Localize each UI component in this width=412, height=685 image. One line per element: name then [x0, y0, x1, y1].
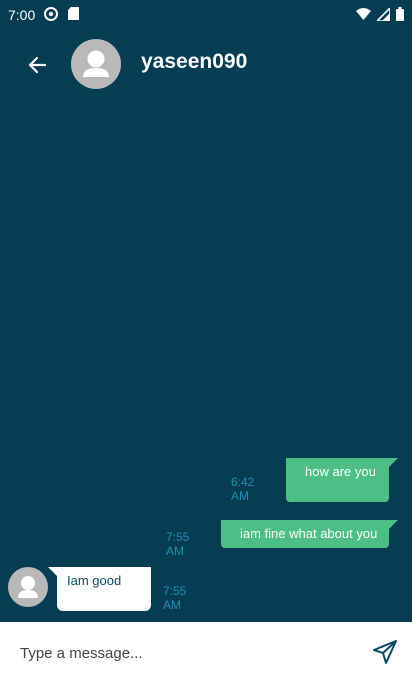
contact-avatar[interactable]: [71, 39, 121, 89]
message-time: 6:42 AM: [231, 475, 255, 503]
person-icon: [83, 50, 109, 77]
message-text: iam fine what about you: [240, 526, 378, 541]
message-time: 7:55 AM: [166, 530, 190, 558]
status-icons-right: [356, 7, 404, 21]
bubble-tail: [48, 567, 57, 576]
message-text: how are you: [305, 464, 376, 479]
wifi-icon: [356, 8, 371, 20]
send-icon: [373, 640, 397, 664]
message-input[interactable]: [18, 636, 352, 670]
message-text: Iam good: [67, 573, 122, 588]
signal-icon: [377, 7, 390, 21]
status-icons-left: [44, 7, 79, 21]
battery-icon: [396, 7, 404, 21]
sender-avatar[interactable]: [8, 567, 48, 607]
arrow-left-icon: [28, 56, 47, 74]
contact-name: yaseen090: [141, 50, 248, 73]
message-composer: [0, 622, 412, 685]
send-button[interactable]: [372, 639, 398, 665]
message-bubble[interactable]: how are you: [286, 458, 389, 502]
message-time: 7:55 AM: [163, 584, 187, 612]
back-button[interactable]: [24, 52, 52, 78]
sd-card-icon: [68, 7, 79, 20]
bubble-tail: [389, 458, 398, 467]
status-bar: 7:00: [0, 0, 412, 30]
message-bubble[interactable]: Iam good: [57, 567, 151, 611]
bubble-tail: [389, 520, 398, 529]
status-time: 7:00: [8, 7, 36, 23]
at-sign-icon: [44, 7, 58, 21]
app-bar: yaseen090: [0, 30, 412, 100]
person-icon: [18, 576, 38, 598]
message-bubble[interactable]: iam fine what about you: [221, 520, 389, 548]
